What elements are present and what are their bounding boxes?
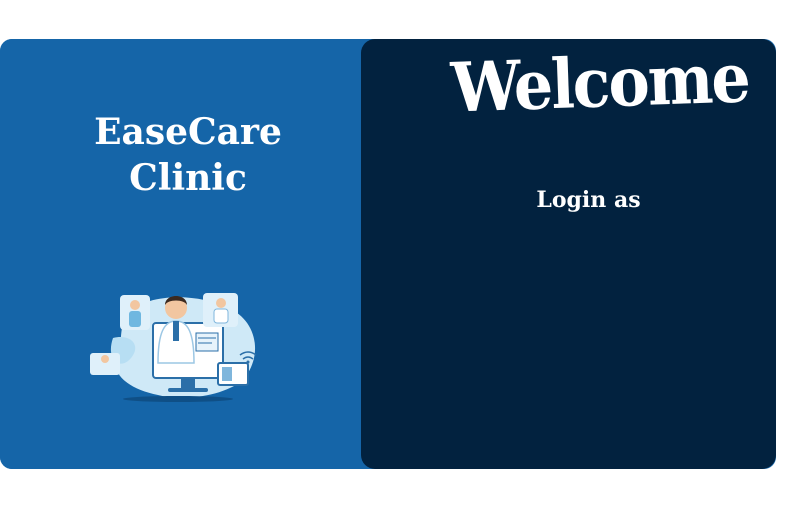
telemedicine-illustration <box>90 293 257 402</box>
login-as-label: Login as <box>536 187 641 213</box>
login-panel: Welcome Login as <box>361 39 776 469</box>
login-card: EaseCare Clinic Welcome Login as <box>0 39 776 469</box>
clinic-name-line1: EaseCare <box>94 111 282 153</box>
welcome-heading: Welcome <box>449 39 751 129</box>
clinic-name: EaseCare Clinic <box>0 109 376 201</box>
clinic-name-line2: Clinic <box>129 157 247 199</box>
brand-panel: EaseCare Clinic <box>0 39 368 469</box>
